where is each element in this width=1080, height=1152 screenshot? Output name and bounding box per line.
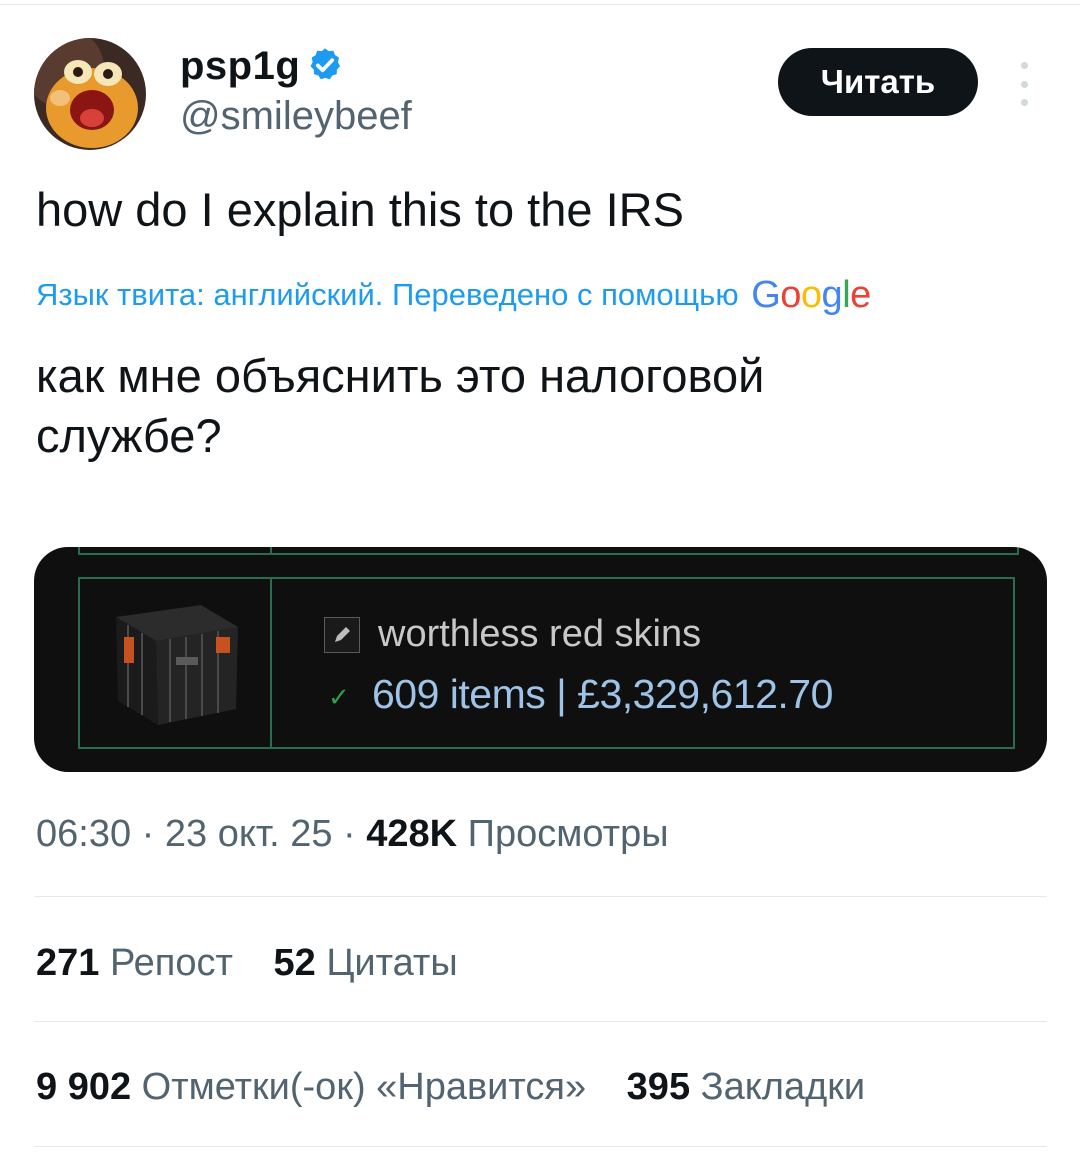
divider	[34, 1146, 1047, 1147]
edit-icon[interactable]	[324, 617, 360, 653]
weapon-case-icon	[116, 605, 238, 725]
grid-line	[78, 547, 1019, 555]
more-options-icon[interactable]	[1010, 62, 1038, 106]
translation-notice[interactable]: Язык твита: английский. Переведено с пом…	[36, 272, 871, 316]
tweet-media[interactable]: worthless red skins ✓ 609 items | £3,329…	[34, 547, 1047, 772]
quotes-label: Цитаты	[326, 942, 458, 984]
likes-label: Отметки(-ок) «Нравится»	[141, 1066, 587, 1108]
reposts-count: 271	[36, 942, 100, 984]
translation-notice-text[interactable]: Язык твита: английский. Переведено с пом…	[36, 277, 739, 312]
tweet-meta: 06:30 · 23 окт. 25 · 428K Просмотры	[36, 813, 669, 855]
reposts-link[interactable]: 271 Репост	[36, 942, 233, 984]
grid-line	[270, 577, 272, 749]
verified-badge-icon	[310, 48, 341, 80]
likes-count: 9 902	[36, 1066, 132, 1108]
reposts-label: Репост	[109, 942, 233, 984]
divider	[34, 896, 1047, 897]
inventory-name: worthless red skins	[378, 613, 702, 655]
bookmarks-link[interactable]: 395 Закладки	[627, 1066, 865, 1108]
top-divider	[0, 4, 1080, 5]
stats-row-reposts: 271 Репост 52 Цитаты	[36, 942, 458, 985]
likes-link[interactable]: 9 902 Отметки(-ок) «Нравится»	[36, 1066, 586, 1108]
avatar[interactable]	[34, 38, 146, 150]
bookmarks-label: Закладки	[700, 1066, 866, 1108]
author-name-text[interactable]: psp1g	[180, 44, 300, 88]
tweet-time[interactable]: 06:30	[36, 813, 131, 855]
author-handle[interactable]: @smileybeef	[180, 94, 412, 139]
tweet-date[interactable]: 23 окт. 25	[165, 813, 333, 855]
bookmarks-count: 395	[626, 1066, 691, 1108]
follow-button[interactable]: Читать	[778, 48, 978, 116]
divider	[34, 1021, 1047, 1022]
quotes-link[interactable]: 52 Цитаты	[273, 942, 457, 984]
grid-line	[270, 547, 272, 555]
check-icon: ✓	[328, 682, 350, 712]
translated-text: как мне объяснить это налоговой службе?	[36, 349, 765, 462]
tweet-text: how do I explain this to the IRS	[36, 183, 684, 236]
quotes-count: 52	[273, 942, 316, 984]
views-label: Просмотры	[467, 813, 669, 855]
views-count: 428K	[366, 813, 458, 855]
author-name[interactable]: psp1g	[180, 44, 344, 89]
stats-row-likes: 9 902 Отметки(-ок) «Нравится» 395 Заклад…	[36, 1066, 865, 1109]
google-logo: Google	[751, 274, 871, 316]
inventory-stats: 609 items | £3,329,612.70	[372, 671, 833, 717]
